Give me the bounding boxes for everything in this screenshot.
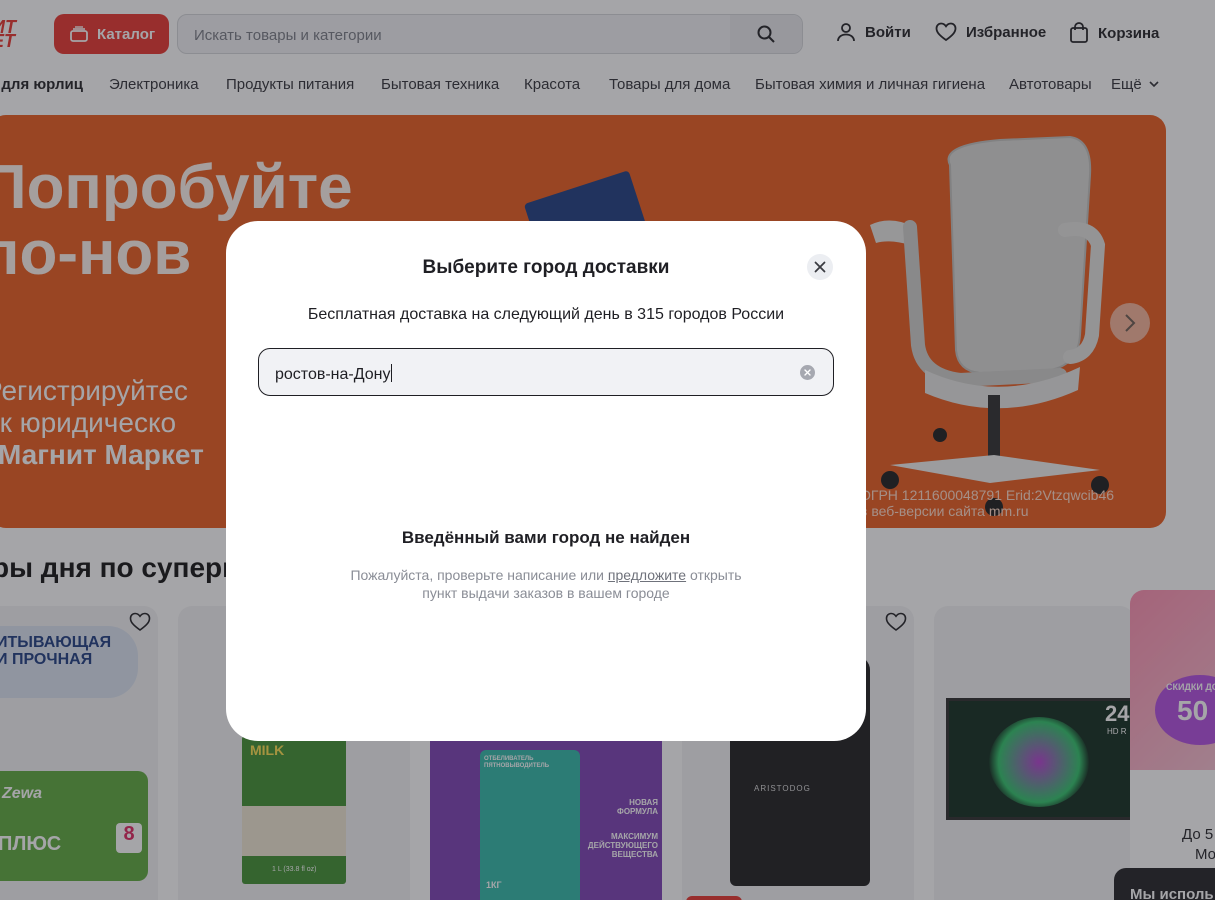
- text-caret: [391, 364, 393, 382]
- clear-input-button[interactable]: [800, 365, 815, 380]
- clear-icon: [804, 369, 811, 376]
- close-icon: [814, 261, 826, 273]
- modal-title: Выберите город доставки: [422, 257, 670, 278]
- not-found-title: Введённый вами город не найден: [401, 528, 691, 547]
- city-input-field[interactable]: ростов-на-Дону: [275, 364, 393, 384]
- not-found-text: Пожалуйста, проверьте написание или пред…: [226, 566, 866, 602]
- not-found-text-line-2: пункт выдачи заказов в вашем городе: [422, 585, 670, 601]
- not-found-text-before: Пожалуйста, проверьте написание или: [350, 567, 608, 583]
- city-input-value: ростов-на-Дону: [275, 366, 391, 383]
- modal-subtitle: Бесплатная доставка на следующий день в …: [307, 306, 785, 323]
- city-selection-modal: Выберите город доставки Бесплатная доста…: [226, 221, 866, 741]
- not-found-text-after: открыть: [686, 567, 742, 583]
- close-button[interactable]: [807, 254, 833, 280]
- city-search-input[interactable]: ростов-на-Дону: [258, 348, 834, 396]
- suggest-pickup-link[interactable]: предложите: [608, 567, 686, 583]
